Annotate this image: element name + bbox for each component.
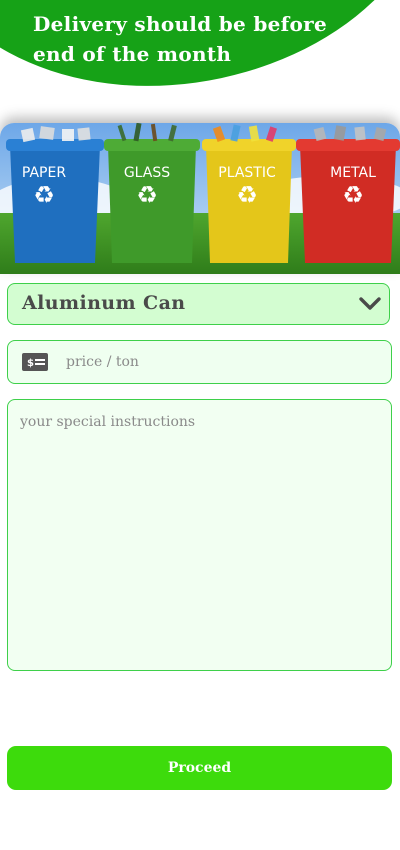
recycling-bins-banner: PAPER ♻ GLASS ♻ PLASTIC ♻ METAL ♻ — [0, 123, 400, 274]
svg-text:$: $ — [27, 358, 34, 369]
instructions-field[interactable] — [7, 399, 392, 671]
price-field[interactable]: $ — [7, 340, 392, 384]
material-select-value: Aluminum Can — [22, 292, 186, 314]
price-input[interactable] — [66, 350, 366, 374]
recycle-icon: ♻ — [342, 181, 364, 209]
bin-plastic: PLASTIC ♻ — [202, 139, 296, 263]
bin-glass: GLASS ♻ — [104, 139, 200, 263]
bin-metal: METAL ♻ — [296, 139, 400, 263]
bin-label: PAPER — [22, 165, 66, 181]
instructions-textarea[interactable] — [20, 414, 375, 654]
recycle-icon: ♻ — [33, 181, 55, 209]
recycle-icon: ♻ — [236, 181, 258, 209]
proceed-button[interactable]: Proceed — [7, 746, 392, 790]
bin-label: METAL — [330, 165, 376, 181]
material-select[interactable]: Aluminum Can — [7, 283, 390, 325]
bin-label: GLASS — [124, 165, 170, 181]
recycle-icon: ♻ — [136, 181, 158, 209]
page-title: Delivery should be before end of the mon… — [33, 12, 328, 66]
dollar-bill-icon: $ — [22, 353, 48, 371]
bin-label: PLASTIC — [218, 165, 276, 181]
bin-paper: PAPER ♻ — [6, 139, 104, 263]
chevron-down-icon — [359, 297, 381, 310]
